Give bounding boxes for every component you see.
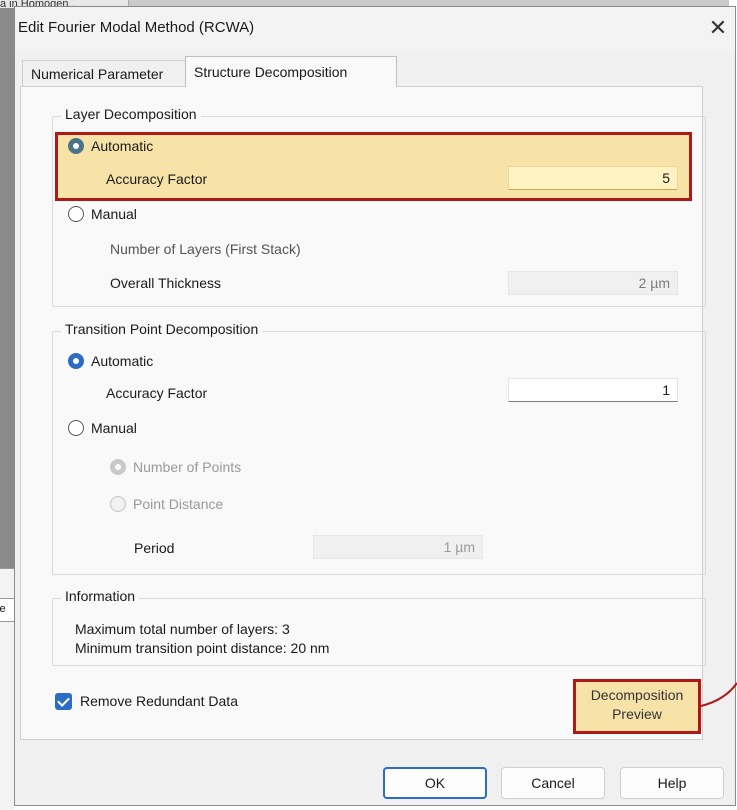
number-of-points-label: Number of Points	[133, 459, 242, 475]
preview-button-line2: Preview	[612, 706, 662, 722]
layer-automatic-radio[interactable]: Automatic	[68, 138, 153, 154]
point-distance-radio[interactable]: Point Distance	[110, 496, 223, 512]
period-input[interactable]: 1 µm	[313, 535, 483, 559]
layer-manual-label: Manual	[91, 206, 137, 222]
transition-decomposition-title: Transition Point Decomposition	[61, 321, 263, 337]
transition-manual-label: Manual	[91, 420, 137, 436]
cancel-button[interactable]: Cancel	[501, 767, 605, 799]
layer-accuracy-input[interactable]: 5	[508, 166, 678, 190]
radio-disabled-selected-icon	[110, 459, 126, 475]
decomposition-preview-button[interactable]: Decomposition Preview	[573, 679, 701, 734]
point-distance-label: Point Distance	[133, 496, 224, 512]
ok-button[interactable]: OK	[383, 767, 487, 799]
tab-structure-decomposition[interactable]: Structure Decomposition	[185, 56, 397, 87]
background-field: ce	[0, 598, 15, 622]
transition-automatic-label: Automatic	[91, 353, 154, 369]
help-button[interactable]: Help	[620, 767, 724, 799]
transition-automatic-radio[interactable]: Automatic	[68, 353, 153, 369]
remove-redundant-label: Remove Redundant Data	[80, 693, 238, 709]
layer-automatic-label: Automatic	[91, 138, 154, 154]
preview-button-line1: Decomposition	[590, 687, 684, 703]
number-of-points-radio[interactable]: Number of Points	[110, 459, 241, 475]
overall-thickness-input[interactable]: 2 µm	[508, 271, 678, 295]
overall-thickness-label: Overall Thickness	[110, 275, 222, 291]
dialog-title: Edit Fourier Modal Method (RCWA)	[18, 19, 255, 36]
transition-accuracy-label: Accuracy Factor	[106, 385, 208, 401]
radio-unselected-icon	[68, 420, 84, 436]
background-panel	[0, 8, 14, 568]
close-icon[interactable]: ✕	[703, 13, 733, 43]
number-of-layers-label: Number of Layers (First Stack)	[110, 241, 301, 257]
title-bar: Edit Fourier Modal Method (RCWA) ✕	[15, 7, 735, 51]
radio-selected-icon	[68, 353, 84, 369]
tab-numerical-parameter[interactable]: Numerical Parameter	[22, 60, 186, 86]
layer-accuracy-label: Accuracy Factor	[106, 171, 208, 187]
layer-decomposition-title: Layer Decomposition	[61, 106, 201, 122]
period-label: Period	[134, 540, 175, 556]
radio-disabled-icon	[110, 496, 126, 512]
transition-accuracy-input[interactable]: 1	[508, 378, 678, 402]
radio-selected-icon	[68, 138, 84, 154]
info-min-distance: Minimum transition point distance: 20 nm	[75, 640, 330, 656]
transition-manual-radio[interactable]: Manual	[68, 420, 137, 436]
information-title: Information	[61, 588, 140, 604]
info-max-layers: Maximum total number of layers: 3	[75, 621, 290, 637]
layer-manual-radio[interactable]: Manual	[68, 206, 137, 222]
radio-unselected-icon	[68, 206, 84, 222]
remove-redundant-checkbox[interactable]	[55, 693, 72, 710]
